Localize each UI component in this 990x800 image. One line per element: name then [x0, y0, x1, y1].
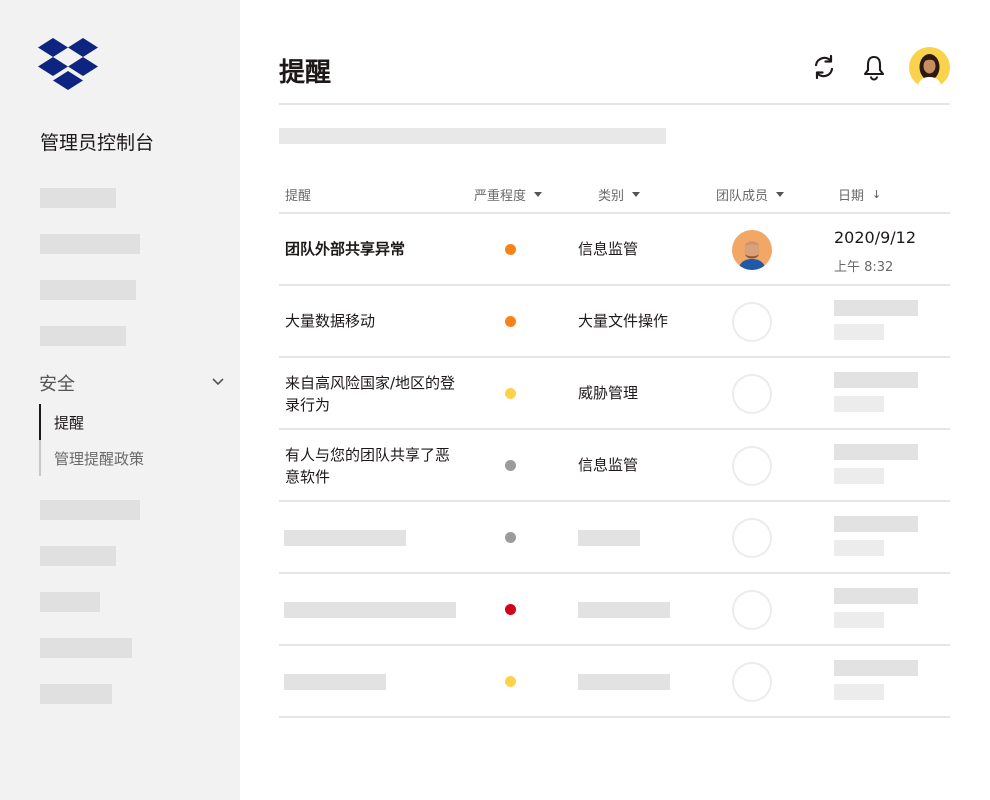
page-title: 提醒: [279, 58, 332, 88]
header-divider: [279, 103, 950, 105]
category-placeholder: [578, 602, 670, 618]
column-header-alert[interactable]: 提醒: [285, 185, 311, 204]
date-placeholder: [834, 372, 918, 388]
nav-item-placeholder[interactable]: [40, 280, 136, 300]
nav-item-placeholder[interactable]: [40, 638, 132, 658]
severity-dot: [505, 460, 516, 471]
nav-section-security[interactable]: 安全: [39, 370, 75, 396]
sort-caret-icon: [534, 192, 543, 197]
table-row[interactable]: 来自高风险国家/地区的登录行为 威胁管理: [279, 358, 950, 430]
severity-dot: [505, 244, 516, 255]
nav-item-placeholder[interactable]: [40, 188, 116, 208]
member-placeholder: [732, 374, 772, 414]
column-header-severity[interactable]: 严重程度: [474, 185, 543, 204]
nav-item-placeholder[interactable]: [40, 684, 112, 704]
category-placeholder: [578, 530, 640, 546]
console-title: 管理员控制台: [40, 132, 155, 154]
nav-item-placeholder[interactable]: [40, 234, 140, 254]
member-placeholder: [732, 662, 772, 702]
date-placeholder: [834, 444, 918, 460]
sub-nav-line: [39, 440, 41, 476]
sub-nav-alert-policies[interactable]: 管理提醒政策: [54, 448, 144, 469]
severity-dot: [505, 388, 516, 399]
user-avatar[interactable]: [909, 47, 950, 88]
active-indicator: [39, 404, 41, 440]
severity-dot: [505, 532, 516, 543]
table-row[interactable]: [279, 502, 950, 574]
alert-name-placeholder: [284, 674, 386, 690]
alert-name: 来自高风险国家/地区的登录行为: [285, 374, 456, 414]
table-row[interactable]: 团队外部共享异常 信息监管 2020/9/12 上午 8:32: [279, 214, 950, 286]
sort-arrow-down-icon: ↓: [872, 188, 882, 201]
date-placeholder: [834, 300, 918, 316]
time-placeholder: [834, 540, 884, 556]
time-placeholder: [834, 468, 884, 484]
column-header-category[interactable]: 类别: [598, 185, 641, 204]
alert-name: 大量数据移动: [285, 312, 376, 330]
alert-category: 信息监管: [578, 240, 639, 258]
date-placeholder: [834, 588, 918, 604]
alert-category: 威胁管理: [578, 384, 639, 402]
alert-name: 团队外部共享异常: [285, 240, 406, 258]
table-row[interactable]: [279, 574, 950, 646]
time-placeholder: [834, 324, 884, 340]
date-placeholder: [834, 516, 918, 532]
sidebar: 管理员控制台 安全 提醒 管理提醒政策: [0, 0, 240, 800]
sort-caret-icon: [632, 192, 641, 197]
table-row[interactable]: 大量数据移动 大量文件操作: [279, 286, 950, 358]
category-placeholder: [578, 674, 670, 690]
refresh-icon[interactable]: [809, 52, 839, 82]
alert-date: 2020/9/12: [834, 228, 917, 247]
alert-category: 信息监管: [578, 456, 639, 474]
time-placeholder: [834, 396, 884, 412]
member-placeholder: [732, 518, 772, 558]
severity-dot: [505, 676, 516, 687]
member-placeholder: [732, 590, 772, 630]
time-placeholder: [834, 684, 884, 700]
sort-caret-icon: [776, 192, 785, 197]
severity-dot: [505, 316, 516, 327]
column-header-date[interactable]: 日期 ↓: [838, 185, 881, 204]
alert-time: 上午 8:32: [834, 260, 894, 275]
table-row[interactable]: [279, 646, 950, 718]
bell-icon[interactable]: [859, 52, 889, 82]
member-placeholder: [732, 446, 772, 486]
nav-item-placeholder[interactable]: [40, 546, 116, 566]
sub-nav-alerts[interactable]: 提醒: [54, 412, 84, 433]
alert-category: 大量文件操作: [578, 312, 669, 330]
time-placeholder: [834, 612, 884, 628]
nav-item-placeholder[interactable]: [40, 326, 126, 346]
table-row[interactable]: 有人与您的团队共享了恶意软件 信息监管: [279, 430, 950, 502]
chevron-down-icon[interactable]: [210, 376, 226, 388]
alert-name: 有人与您的团队共享了恶意软件: [285, 446, 451, 486]
alert-name-placeholder: [284, 602, 456, 618]
date-placeholder: [834, 660, 918, 676]
column-header-member[interactable]: 团队成员: [716, 185, 785, 204]
nav-item-placeholder[interactable]: [40, 500, 140, 520]
severity-dot: [505, 604, 516, 615]
nav-item-placeholder[interactable]: [40, 592, 100, 612]
alert-name-placeholder: [284, 530, 406, 546]
member-avatar[interactable]: [732, 230, 772, 270]
member-placeholder: [732, 302, 772, 342]
filter-bar-placeholder[interactable]: [279, 128, 666, 144]
dropbox-logo[interactable]: [38, 38, 98, 90]
